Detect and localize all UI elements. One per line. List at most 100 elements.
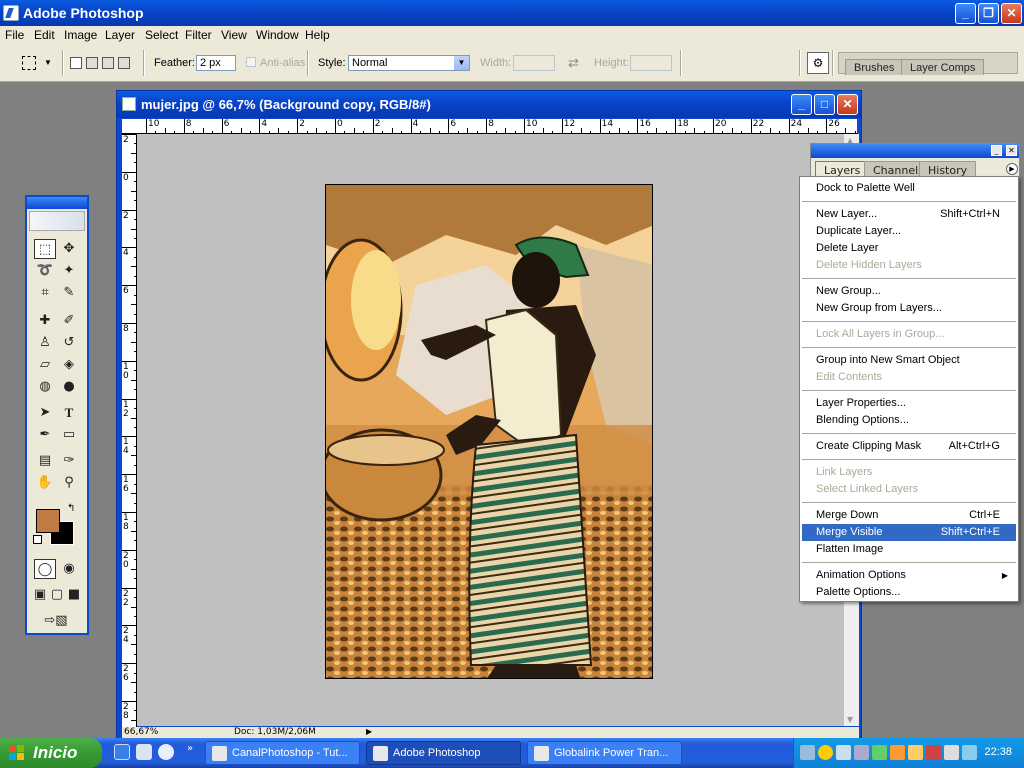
preset-dropdown-icon[interactable]: ▼ [44, 58, 52, 67]
rectangle-tool-icon[interactable]: ▭ [58, 425, 80, 445]
tab-layers[interactable]: Layers [815, 161, 870, 177]
menu-window[interactable]: Window [256, 28, 299, 42]
quick-mask-mode-icon[interactable]: ◉ [58, 559, 80, 579]
doc-maximize-button[interactable]: □ [814, 94, 835, 115]
menu-item-new-group[interactable]: New Group... [802, 283, 1016, 300]
tray-icon-3[interactable] [836, 745, 851, 760]
notes-tool-icon[interactable]: ▤ [34, 451, 56, 471]
volume-icon[interactable] [962, 745, 977, 760]
hand-tool-icon[interactable]: ✋ [34, 473, 56, 493]
media-quicklaunch-icon[interactable] [158, 744, 174, 760]
menu-layer[interactable]: Layer [105, 28, 135, 42]
doc-close-button[interactable]: ✕ [837, 94, 858, 115]
menu-item-merge-down[interactable]: Merge Down Ctrl+E [802, 507, 1016, 524]
menu-item-delete-layer[interactable]: Delete Layer [802, 240, 1016, 257]
rectangular-marquee-tool-icon[interactable]: ⬚ [34, 239, 56, 259]
intersect-selection-icon[interactable] [118, 57, 130, 69]
start-button[interactable]: Inicio [0, 738, 102, 768]
brush-tool-icon[interactable]: ✐ [58, 311, 80, 331]
layers-palette-header[interactable]: _ ✕ [811, 144, 1019, 158]
blur-tool-icon[interactable]: ◍ [34, 377, 56, 397]
swap-dimensions-icon[interactable]: ⇄ [568, 55, 579, 71]
menu-help[interactable]: Help [305, 28, 330, 42]
desktop-quicklaunch-icon[interactable] [136, 744, 152, 760]
menu-item-merge-visible[interactable]: Merge Visible Shift+Ctrl+E [802, 524, 1016, 541]
palette-well-tab-layer-comps[interactable]: Layer Comps [901, 59, 985, 75]
tray-icon-4[interactable] [854, 745, 869, 760]
style-select[interactable]: Normal ▼ [348, 55, 470, 71]
status-menu-arrow-icon[interactable]: ▶ [366, 727, 372, 736]
menu-item-delete-hidden-layers[interactable]: Delete Hidden Layers [802, 257, 1016, 274]
taskbar-button[interactable]: Globalink Power Tran... [527, 741, 682, 765]
eraser-tool-icon[interactable]: ▱ [34, 355, 56, 375]
type-tool-icon[interactable]: T [58, 403, 80, 423]
menu-item-layer-properties[interactable]: Layer Properties... [802, 395, 1016, 412]
tray-icon-6[interactable] [890, 745, 905, 760]
menu-item-edit-contents[interactable]: Edit Contents [802, 369, 1016, 386]
ie-quicklaunch-icon[interactable] [114, 744, 130, 760]
menu-item-link-layers[interactable]: Link Layers [802, 464, 1016, 481]
magic-wand-tool-icon[interactable]: ✦ [58, 261, 80, 281]
tray-icon-8[interactable] [926, 745, 941, 760]
menu-item-animation-options[interactable]: Animation Options ▶ [802, 567, 1016, 584]
menu-edit[interactable]: Edit [34, 28, 55, 42]
palette-close-icon[interactable]: ✕ [1006, 145, 1017, 156]
clone-stamp-tool-icon[interactable]: ♙ [34, 333, 56, 353]
tray-icon-2[interactable] [818, 745, 833, 760]
menu-item-group-into-new-smart-object[interactable]: Group into New Smart Object [802, 352, 1016, 369]
standard-mode-icon[interactable]: ◯ [34, 559, 56, 579]
new-selection-icon[interactable] [70, 57, 82, 69]
menu-item-new-group-from-layers[interactable]: New Group from Layers... [802, 300, 1016, 317]
menu-select[interactable]: Select [145, 28, 178, 42]
height-input[interactable] [630, 55, 672, 71]
minimize-button[interactable]: _ [955, 3, 976, 24]
vertical-ruler[interactable]: 2 0 2 4 6 8 10 12 14 16 18 20 22 24 26 28 [122, 134, 137, 736]
menu-item-flatten-image[interactable]: Flatten Image [802, 541, 1016, 558]
path-selection-tool-icon[interactable]: ➤ [34, 403, 56, 423]
menu-filter[interactable]: Filter [185, 28, 212, 42]
add-selection-icon[interactable] [86, 57, 98, 69]
zoom-level[interactable]: 66,67% [124, 727, 158, 737]
antialias-checkbox[interactable] [246, 57, 256, 67]
menu-file[interactable]: File [5, 28, 24, 42]
taskbar-button[interactable]: Adobe Photoshop [366, 741, 521, 765]
menu-item-select-linked-layers[interactable]: Select Linked Layers [802, 481, 1016, 498]
menu-image[interactable]: Image [64, 28, 97, 42]
restore-button[interactable]: ❐ [978, 3, 999, 24]
crop-tool-icon[interactable]: ⌗ [34, 283, 56, 303]
doc-minimize-button[interactable]: _ [791, 94, 812, 115]
toolbox[interactable]: ⬚ ✥ ➰ ✦ ⌗ ✎ ✚ ✐ ♙ ↺ ▱ ◈ ◍ ● ➤ T ✒ ▭ ▤ ✑ … [25, 195, 89, 635]
menu-item-duplicate-layer[interactable]: Duplicate Layer... [802, 223, 1016, 240]
dodge-tool-icon[interactable]: ● [58, 377, 80, 397]
close-button[interactable]: ✕ [1001, 3, 1022, 24]
slice-tool-icon[interactable]: ✎ [58, 283, 80, 303]
marquee-tool-preset-icon[interactable] [22, 56, 36, 70]
tray-icon-9[interactable] [944, 745, 959, 760]
document-title-bar[interactable]: mujer.jpg @ 66,7% (Background copy, RGB/… [117, 91, 861, 118]
menu-item-blending-options[interactable]: Blending Options... [802, 412, 1016, 429]
width-input[interactable] [513, 55, 555, 71]
palette-menu-icon[interactable]: ▶ [1006, 163, 1018, 175]
paint-bucket-tool-icon[interactable]: ◈ [58, 355, 80, 375]
quicklaunch-more-icon[interactable]: » [187, 743, 193, 754]
full-screen-menu-mode-icon[interactable]: ▢ [49, 585, 65, 605]
tray-icon-7[interactable] [908, 745, 923, 760]
tray-icon-1[interactable] [800, 745, 815, 760]
swap-colors-icon[interactable]: ↰ [67, 503, 75, 514]
menu-item-lock-all-layers-in-group[interactable]: Lock All Layers in Group... [802, 326, 1016, 343]
foreground-color-swatch[interactable] [36, 509, 60, 533]
full-screen-mode-icon[interactable]: ■ [66, 585, 82, 605]
taskbar-button[interactable]: CanalPhotoshop - Tut... [205, 741, 360, 765]
photoshop-feather-icon[interactable] [29, 211, 85, 231]
tab-history[interactable]: History [919, 161, 977, 177]
zoom-tool-icon[interactable]: ⚲ [58, 473, 80, 493]
standard-screen-mode-icon[interactable]: ▣ [32, 585, 48, 605]
menu-view[interactable]: View [221, 28, 247, 42]
eyedropper-tool-icon[interactable]: ✑ [58, 451, 80, 471]
tool-presets-icon[interactable]: ⚙ [807, 52, 829, 74]
menu-item-dock-to-palette-well[interactable]: Dock to Palette Well [802, 180, 1016, 197]
chevron-down-icon[interactable]: ▼ [454, 56, 469, 70]
app-title-bar[interactable]: Adobe Photoshop _ ❐ ✕ [0, 0, 1024, 26]
menu-item-palette-options[interactable]: Palette Options... [802, 584, 1016, 601]
horizontal-ruler[interactable]: 10 8 6 4 2 0 2 4 6 8 10 12 14 16 18 20 22 24 26 [122, 119, 857, 134]
